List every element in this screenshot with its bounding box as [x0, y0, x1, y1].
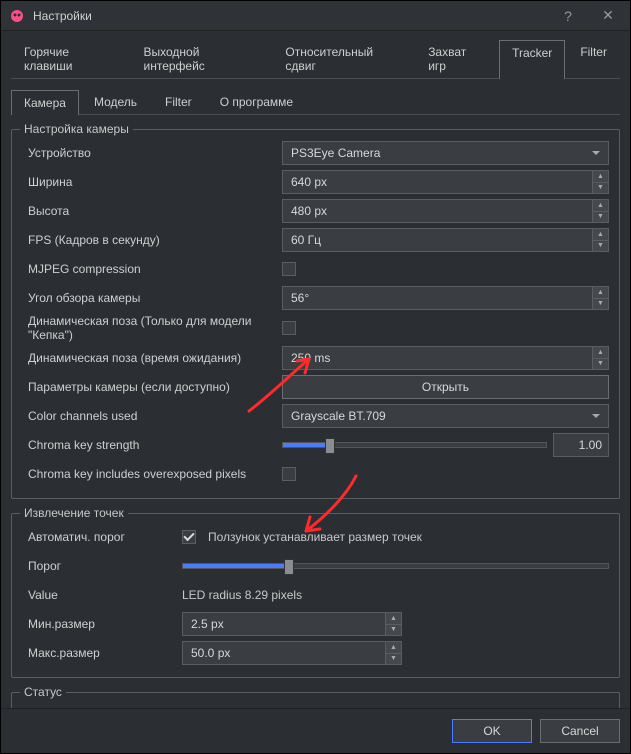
fps-spin[interactable]: 60 Гц▲▼ [282, 228, 609, 252]
dyn-pose-timeout-spin[interactable]: 250 ms▲▼ [282, 346, 609, 370]
spin-down-icon[interactable]: ▼ [386, 625, 401, 636]
slider-thumb-icon[interactable] [284, 559, 294, 575]
auto-threshold-checkbox[interactable] [182, 530, 196, 544]
color-channels-label: Color channels used [22, 409, 282, 423]
settings-window: Настройки ? ✕ Горячие клавиши Выходной и… [0, 0, 631, 754]
camera-group: Настройка камеры Устройство PS3Eye Camer… [11, 129, 620, 499]
spin-down-icon[interactable]: ▼ [593, 359, 608, 370]
spin-down-icon[interactable]: ▼ [593, 299, 608, 310]
fov-label: Угол обзора камеры [22, 291, 282, 305]
tab-hotkeys[interactable]: Горячие клавиши [11, 39, 129, 78]
device-combo[interactable]: PS3Eye Camera [282, 141, 609, 165]
spin-up-icon[interactable]: ▲ [593, 287, 608, 299]
max-size-spin[interactable]: 50.0 px▲▼ [182, 641, 402, 665]
chroma-overexposed-label: Chroma key includes overexposed pixels [22, 467, 282, 481]
ok-button[interactable]: OK [452, 719, 532, 743]
subtab-filter[interactable]: Filter [152, 89, 205, 114]
spin-up-icon[interactable]: ▲ [593, 347, 608, 359]
app-icon [9, 8, 25, 24]
subtab-model[interactable]: Модель [81, 89, 150, 114]
spin-up-icon[interactable]: ▲ [593, 171, 608, 183]
sub-tabs: Камера Модель Filter О программе [11, 89, 620, 115]
width-spin[interactable]: 640 px▲▼ [282, 170, 609, 194]
threshold-slider[interactable] [182, 563, 609, 569]
auto-threshold-note: Ползунок устанавливает размер точек [208, 530, 422, 544]
spin-down-icon[interactable]: ▼ [593, 212, 608, 223]
spin-up-icon[interactable]: ▲ [593, 200, 608, 212]
threshold-label: Порог [22, 559, 182, 573]
tab-filter[interactable]: Filter [567, 39, 620, 78]
subtab-camera[interactable]: Камера [11, 90, 79, 115]
tab-capture[interactable]: Захват игр [415, 39, 497, 78]
cam-params-label: Параметры камеры (если доступно) [22, 380, 282, 394]
auto-threshold-label: Автоматич. порог [22, 530, 182, 544]
fps-label: FPS (Кадров в секунду) [22, 233, 282, 247]
main-tabs: Горячие клавиши Выходной интерфейс Относ… [11, 39, 620, 79]
dyn-pose-timeout-label: Динамическая поза (время ожидания) [22, 351, 282, 365]
spin-down-icon[interactable]: ▼ [593, 241, 608, 252]
slider-thumb-icon[interactable] [325, 438, 335, 454]
spin-down-icon[interactable]: ▼ [386, 654, 401, 665]
status-cam-params-value: 640x480 @ 60 FPS [322, 706, 609, 708]
mjpeg-checkbox[interactable] [282, 262, 296, 276]
points-group-title: Извлечение точек [20, 506, 128, 520]
chroma-strength-slider[interactable] [282, 442, 547, 448]
tab-output[interactable]: Выходной интерфейс [131, 39, 271, 78]
min-size-label: Мин.размер [22, 617, 182, 631]
value-text: LED radius 8.29 pixels [182, 588, 302, 602]
dyn-pose-label: Динамическая поза (Только для модели "Ке… [22, 314, 282, 342]
spin-up-icon[interactable]: ▲ [386, 642, 401, 654]
titlebar: Настройки ? ✕ [1, 1, 630, 31]
dyn-pose-checkbox[interactable] [282, 321, 296, 335]
status-group: Статус Параметры камеры: 640x480 @ 60 FP… [11, 692, 620, 708]
height-spin[interactable]: 480 px▲▼ [282, 199, 609, 223]
color-channels-combo[interactable]: Grayscale BT.709 [282, 404, 609, 428]
fov-spin[interactable]: 56°▲▼ [282, 286, 609, 310]
max-size-label: Макс.размер [22, 646, 182, 660]
chroma-strength-value: 1.00 [553, 433, 609, 457]
camera-group-title: Настройка камеры [20, 122, 133, 136]
subtab-about[interactable]: О программе [207, 89, 306, 114]
tab-relative[interactable]: Относительный сдвиг [272, 39, 413, 78]
spin-up-icon[interactable]: ▲ [386, 613, 401, 625]
chroma-strength-label: Chroma key strength [22, 438, 282, 452]
status-group-title: Статус [20, 685, 66, 699]
min-size-spin[interactable]: 2.5 px▲▼ [182, 612, 402, 636]
tab-tracker[interactable]: Tracker [499, 40, 565, 79]
help-button[interactable]: ? [554, 2, 582, 30]
device-label: Устройство [22, 146, 282, 160]
width-label: Ширина [22, 175, 282, 189]
open-camera-params-button[interactable]: Открыть [282, 375, 609, 399]
points-group: Извлечение точек Автоматич. порог Ползун… [11, 513, 620, 678]
chroma-overexposed-checkbox[interactable] [282, 467, 296, 481]
value-label: Value [22, 588, 182, 602]
spin-up-icon[interactable]: ▲ [593, 229, 608, 241]
spin-down-icon[interactable]: ▼ [593, 183, 608, 194]
height-label: Высота [22, 204, 282, 218]
window-title: Настройки [33, 9, 554, 23]
status-cam-params-label: Параметры камеры: [22, 706, 322, 708]
client-area: Горячие клавиши Выходной интерфейс Относ… [1, 31, 630, 708]
cancel-button[interactable]: Cancel [540, 719, 620, 743]
mjpeg-label: MJPEG compression [22, 262, 282, 276]
close-button[interactable]: ✕ [594, 2, 622, 30]
dialog-footer: OK Cancel [1, 708, 630, 753]
